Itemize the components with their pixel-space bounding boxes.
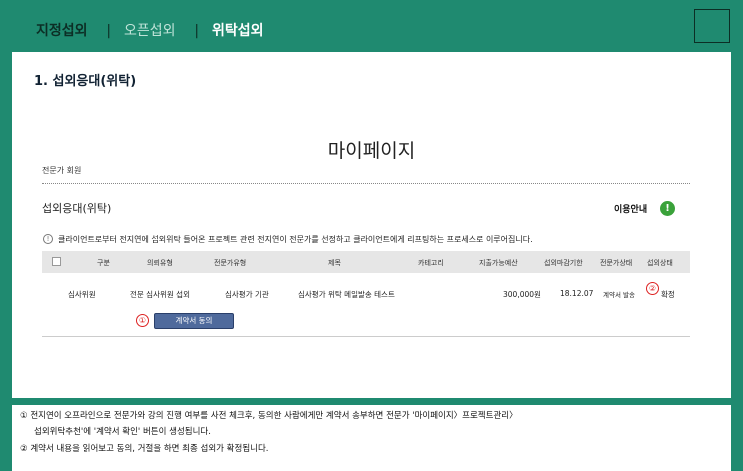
section-title: 1. 섭외응대(위탁) [34,74,137,89]
tab-designated[interactable]: 지정섭외 [36,23,88,39]
column-header: 섭외마감기한 [544,259,583,267]
column-header: 전문가상태 [600,259,633,267]
table-row: 심사위원 전문 심사위원 섭외 심사평가 기관 심사평가 위탁 메일발송 테스트… [42,287,690,301]
column-header: 구분 [97,259,110,267]
tab-separator: | [106,23,112,39]
column-header: 섭외상태 [647,259,673,267]
page-heading: 마이페이지 [327,140,416,162]
column-header: 카테고리 [418,259,444,267]
cell-expert-type: 심사평가 기관 [225,290,269,299]
member-type: 전문가 회원 [42,166,82,175]
column-header: 제목 [328,259,341,267]
tab-consigned[interactable]: 위탁섭외 [212,23,264,39]
table-header: 구분 의뢰유형 전문가유형 제목 카테고리 지출가능예산 섭외마감기한 전문가상… [42,251,690,273]
top-bar: 지정섭외 | 오픈섭외 | 위탁섭외 [0,0,743,52]
tab-open[interactable]: 오픈섭외 [124,23,176,39]
footer-notes: ① 전지연이 오프라인으로 전문가와 강의 진행 여부를 사전 체크후, 동의한… [12,405,731,471]
tab-bar: 지정섭외 | 오픈섭외 | 위탁섭외 [36,20,270,40]
corner-box [694,9,730,43]
marker-one: ① [136,314,149,327]
cell-type: 심사위원 [68,290,96,299]
column-header: 지출가능예산 [479,259,518,267]
table-bottom-line [42,336,690,337]
notice-text: 클라이언트로부터 전지연에 섭외위탁 들어온 프로젝트 관련 전지연이 전문가를… [58,235,533,244]
marker-two: ② [646,282,659,295]
cell-deadline: 18.12.07 [560,289,594,298]
footer-line: ① 전지연이 오프라인으로 전문가와 강의 진행 여부를 사전 체크후, 동의한… [20,411,518,421]
select-all-checkbox[interactable] [52,257,61,266]
column-header: 의뢰유형 [147,259,173,267]
sub-heading: 섭외응대(위탁) [42,202,112,215]
footer-line: 섭외위탁추천'에 '계약서 확인' 버튼이 생성됩니다. [34,427,211,437]
divider [42,183,690,184]
main-panel: 1. 섭외응대(위탁) 마이페이지 전문가 회원 섭외응대(위탁) 이용안내 !… [12,52,731,398]
tab-separator: | [194,23,200,39]
cell-budget: 300,000원 [503,290,541,299]
column-header: 전문가유형 [214,259,247,267]
exclamation-icon[interactable]: ! [660,201,675,216]
footer-line: ② 계약서 내용을 읽어보고 동의, 거절을 하면 최종 섭외가 확정됩니다. [20,444,269,454]
cell-title[interactable]: 심사평가 위탁 메일발송 테스트 [298,289,395,300]
guide-link[interactable]: 이용안내 [614,202,647,215]
cell-status: 확정 [661,290,675,299]
cell-request-type: 전문 심사위원 섭외 [130,290,190,299]
contract-agree-button[interactable]: 계약서 동의 [154,313,234,329]
info-icon: ! [43,234,53,244]
cell-expert-status: 계약서 발송 [603,291,635,299]
